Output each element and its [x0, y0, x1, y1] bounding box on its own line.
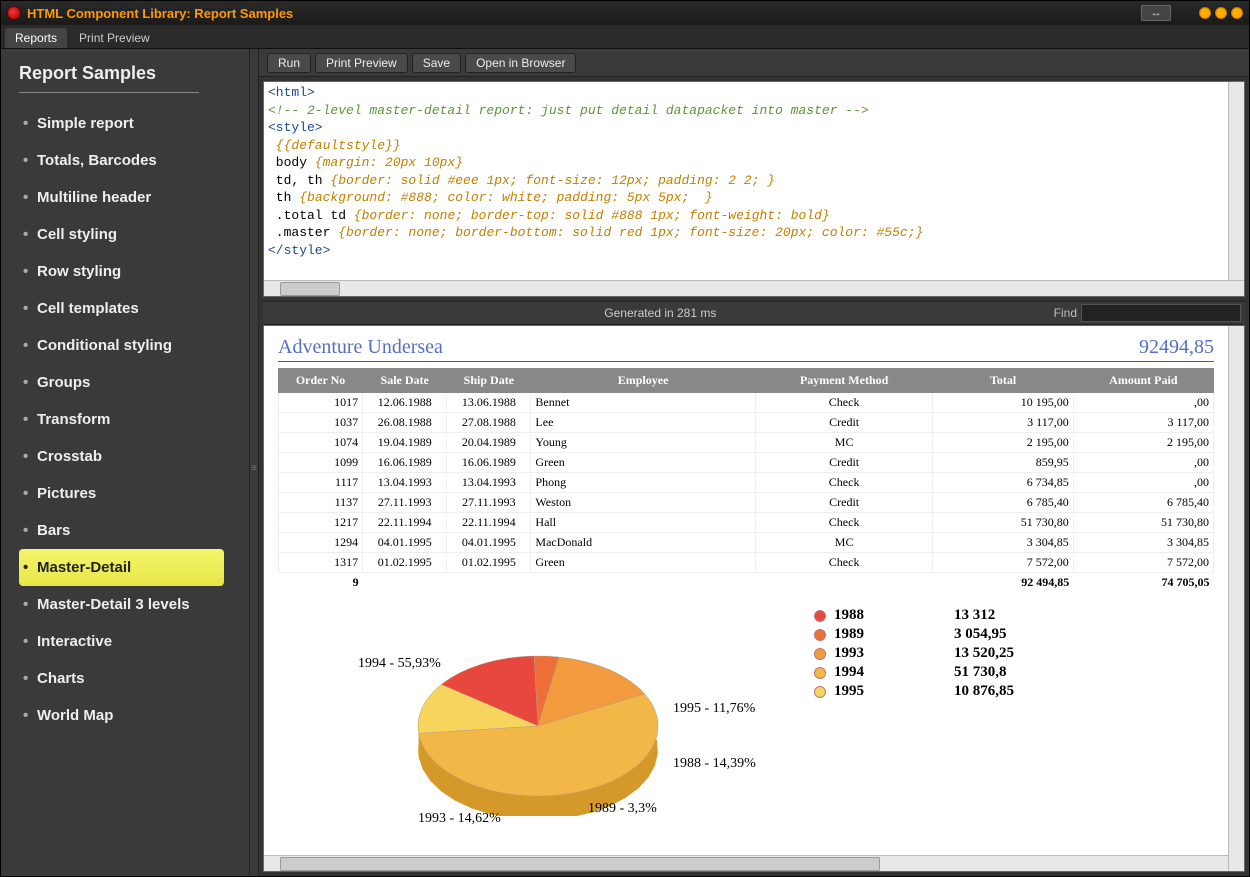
app-icon [7, 6, 21, 20]
pie-slice-label: 1989 - 3,3% [588, 801, 657, 817]
sidebar-item-row-styling[interactable]: Row styling [19, 253, 224, 290]
legend-item: 199510 876,85 [814, 682, 1214, 701]
run-button[interactable]: Run [267, 53, 311, 73]
legend-item: 198813 312 [814, 606, 1214, 625]
table-row: 111713.04.199313.04.1993PhongCheck6 734,… [279, 473, 1214, 493]
pie-slice-label: 1988 - 14,39% [673, 756, 756, 772]
sidebar-item-cell-styling[interactable]: Cell styling [19, 216, 224, 253]
pie-slice-label: 1995 - 11,76% [673, 701, 755, 717]
app-window: HTML Component Library: Report Samples ↔… [0, 0, 1250, 877]
main-pane: Run Print Preview Save Open in Browser <… [259, 49, 1249, 876]
master-name: Adventure Undersea [278, 336, 443, 359]
master-header: Adventure Undersea 92494,85 [278, 336, 1214, 362]
find-label: Find [1054, 306, 1077, 320]
code-editor[interactable]: <html><!-- 2-level master-detail report:… [263, 81, 1245, 297]
table-row: 129404.01.199504.01.1995MacDonaldMC3 304… [279, 533, 1214, 553]
preview-pane: Adventure Undersea 92494,85 Order NoSale… [263, 325, 1245, 872]
save-button[interactable]: Save [412, 53, 461, 73]
preview-scrollbar-vertical[interactable] [1228, 326, 1244, 871]
preview-scrollbar-horizontal[interactable] [264, 855, 1228, 871]
code-scrollbar-horizontal[interactable] [264, 280, 1244, 296]
table-row: 107419.04.198920.04.1989YoungMC2 195,002… [279, 433, 1214, 453]
table-row: 101712.06.198813.06.1988BennetCheck10 19… [279, 393, 1214, 413]
col-ship-date: Ship Date [447, 369, 531, 393]
splitter[interactable] [249, 49, 259, 876]
report-table: Order NoSale DateShip DateEmployeePaymen… [278, 368, 1214, 592]
sidebar-item-cell-templates[interactable]: Cell templates [19, 290, 224, 327]
legend-item: 199313 520,25 [814, 644, 1214, 663]
maximize-button[interactable] [1215, 7, 1227, 19]
sidebar-item-multiline-header[interactable]: Multiline header [19, 179, 224, 216]
col-amount-paid: Amount Paid [1073, 369, 1213, 393]
col-sale-date: Sale Date [363, 369, 447, 393]
table-row: 103726.08.198827.08.1988LeeCredit3 117,0… [279, 413, 1214, 433]
legend-item: 199451 730,8 [814, 663, 1214, 682]
col-order-no: Order No [279, 369, 363, 393]
pie-slice-label: 1993 - 14,62% [418, 811, 501, 827]
sidebar-item-pictures[interactable]: Pictures [19, 475, 224, 512]
close-button[interactable] [1231, 7, 1243, 19]
master-total: 92494,85 [1139, 336, 1214, 359]
sidebar-item-totals-barcodes[interactable]: Totals, Barcodes [19, 142, 224, 179]
sidebar-title: Report Samples [19, 63, 199, 93]
sidebar-item-crosstab[interactable]: Crosstab [19, 438, 224, 475]
chart-legend: 198813 31219893 054,95199313 520,2519945… [814, 606, 1214, 816]
sidebar-item-world-map[interactable]: World Map [19, 697, 224, 734]
col-total: Total [933, 369, 1073, 393]
sidebar-item-groups[interactable]: Groups [19, 364, 224, 401]
legend-item: 19893 054,95 [814, 625, 1214, 644]
sidebar-item-master-detail[interactable]: Master-Detail [19, 549, 224, 586]
tab-print-preview[interactable]: Print Preview [69, 28, 160, 48]
code-scrollbar-vertical[interactable] [1228, 82, 1244, 280]
sidebar: Report Samples Simple reportTotals, Barc… [1, 49, 249, 876]
table-row: 109916.06.198916.06.1989GreenCredit859,9… [279, 453, 1214, 473]
pie-chart: 1994 - 55,93% 1995 - 11,76% 1988 - 14,39% 1… [278, 606, 814, 816]
titlebar-extra-button[interactable]: ↔ [1141, 5, 1171, 21]
table-row: 113727.11.199327.11.1993WestonCredit6 78… [279, 493, 1214, 513]
print-preview-button[interactable]: Print Preview [315, 53, 408, 73]
col-payment-method: Payment Method [755, 369, 933, 393]
sidebar-item-master-detail-3-levels[interactable]: Master-Detail 3 levels [19, 586, 224, 623]
toolbar: Run Print Preview Save Open in Browser [259, 49, 1249, 77]
sidebar-item-simple-report[interactable]: Simple report [19, 105, 224, 142]
col-employee: Employee [531, 369, 755, 393]
window-title: HTML Component Library: Report Samples [27, 6, 293, 21]
minimize-button[interactable] [1199, 7, 1211, 19]
sidebar-item-interactive[interactable]: Interactive [19, 623, 224, 660]
table-row: 121722.11.199422.11.1994HallCheck51 730,… [279, 513, 1214, 533]
main-tabbar: ReportsPrint Preview [1, 25, 1249, 49]
sidebar-item-bars[interactable]: Bars [19, 512, 224, 549]
pie-slice-label: 1994 - 55,93% [358, 656, 441, 672]
open-in-browser-button[interactable]: Open in Browser [465, 53, 576, 73]
status-bar: Generated in 281 ms Find [263, 301, 1245, 325]
titlebar: HTML Component Library: Report Samples ↔ [1, 1, 1249, 25]
sidebar-item-conditional-styling[interactable]: Conditional styling [19, 327, 224, 364]
sidebar-item-charts[interactable]: Charts [19, 660, 224, 697]
find-input[interactable] [1081, 304, 1241, 322]
tab-reports[interactable]: Reports [5, 28, 67, 48]
table-row: 131701.02.199501.02.1995GreenCheck7 572,… [279, 553, 1214, 573]
status-generated: Generated in 281 ms [267, 306, 1054, 320]
sidebar-item-transform[interactable]: Transform [19, 401, 224, 438]
